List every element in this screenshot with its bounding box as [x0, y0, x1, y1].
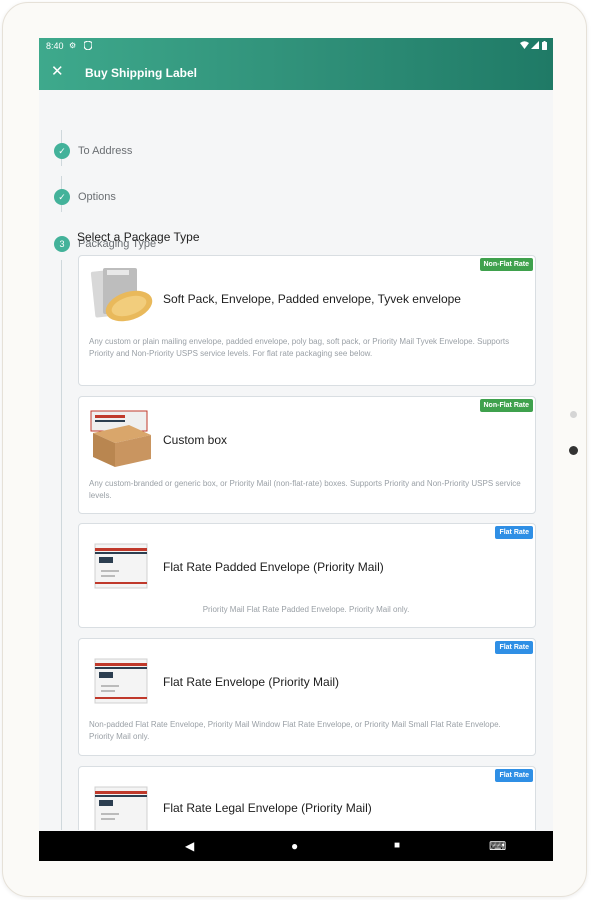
status-badge: Flat Rate	[495, 526, 533, 539]
package-option-flat-rate-padded-envelope[interactable]: Flat Rate Flat Rate Padded Envelope (Pri…	[78, 523, 536, 628]
step-options[interactable]: ✓ Options	[54, 189, 354, 207]
envelope-image	[94, 543, 148, 589]
check-icon: ✓	[54, 143, 70, 159]
package-description: Any custom or plain mailing envelope, pa…	[89, 337, 510, 358]
package-option-soft-pack[interactable]: Non-Flat Rate Soft Pack, Envelope, Padde…	[78, 255, 536, 386]
system-nav-bar: ◀ ● ■ ⌨	[39, 831, 553, 861]
soft-pack-image	[90, 268, 153, 322]
camera-dot	[569, 446, 578, 455]
page-title: Buy Shipping Label	[85, 66, 198, 80]
status-badge: Flat Rate	[495, 769, 533, 782]
step-number-icon: 3	[54, 236, 70, 252]
keyboard-icon[interactable]: ⌨	[489, 839, 506, 853]
status-badge: Non-Flat Rate	[479, 258, 533, 271]
package-option-custom-box[interactable]: Non-Flat Rate Custom box Any custom-bran…	[78, 396, 536, 514]
home-icon[interactable]: ●	[291, 839, 298, 853]
section-title: Select a Package Type	[77, 230, 200, 244]
wifi-icon	[520, 41, 529, 51]
check-icon: ✓	[54, 189, 70, 205]
package-option-flat-rate-envelope[interactable]: Flat Rate Flat Rate Envelope (Priority M…	[78, 638, 536, 756]
step-label: Options	[78, 191, 116, 203]
package-option-flat-rate-legal-envelope[interactable]: Flat Rate Flat Rate Legal Envelope (Prio…	[78, 766, 536, 830]
package-title: Flat Rate Padded Envelope (Priority Mail…	[163, 560, 384, 574]
step-connector	[61, 260, 62, 830]
package-title: Custom box	[163, 433, 228, 447]
recents-icon[interactable]: ■	[394, 840, 400, 851]
shield-icon	[83, 40, 93, 52]
app-bar: ✕ Buy Shipping Label	[39, 56, 553, 90]
envelope-image	[94, 786, 148, 830]
package-description: Any custom-branded or generic box, or Pr…	[89, 479, 521, 500]
battery-icon	[542, 41, 547, 52]
box-image	[90, 410, 151, 467]
status-time: 8:40	[46, 41, 64, 51]
package-title: Soft Pack, Envelope, Padded envelope, Ty…	[163, 292, 461, 306]
sensor-dot	[570, 411, 577, 418]
step-to-address[interactable]: ✓ To Address	[54, 143, 354, 161]
package-title: Flat Rate Legal Envelope (Priority Mail)	[163, 801, 372, 815]
status-badge: Flat Rate	[495, 641, 533, 654]
settings-icon: ⚙	[69, 41, 77, 50]
package-description: Non-padded Flat Rate Envelope, Priority …	[89, 720, 501, 741]
status-badge: Non-Flat Rate	[479, 399, 533, 412]
package-description: Priority Mail Flat Rate Padded Envelope.…	[202, 605, 410, 614]
envelope-image	[94, 658, 148, 704]
close-icon[interactable]: ✕	[51, 62, 64, 80]
status-bar: 8:40 ⚙	[39, 38, 553, 56]
package-title: Flat Rate Envelope (Priority Mail)	[163, 675, 340, 689]
back-icon[interactable]: ◀	[185, 839, 194, 853]
stepper-content: ✓ To Address ✓ Options 3 Packaging Type …	[39, 90, 553, 830]
step-label: To Address	[78, 145, 133, 157]
screen: 8:40 ⚙ ✕ Buy Shipping Label ✓ To Address…	[39, 38, 553, 861]
signal-icon	[531, 41, 539, 51]
